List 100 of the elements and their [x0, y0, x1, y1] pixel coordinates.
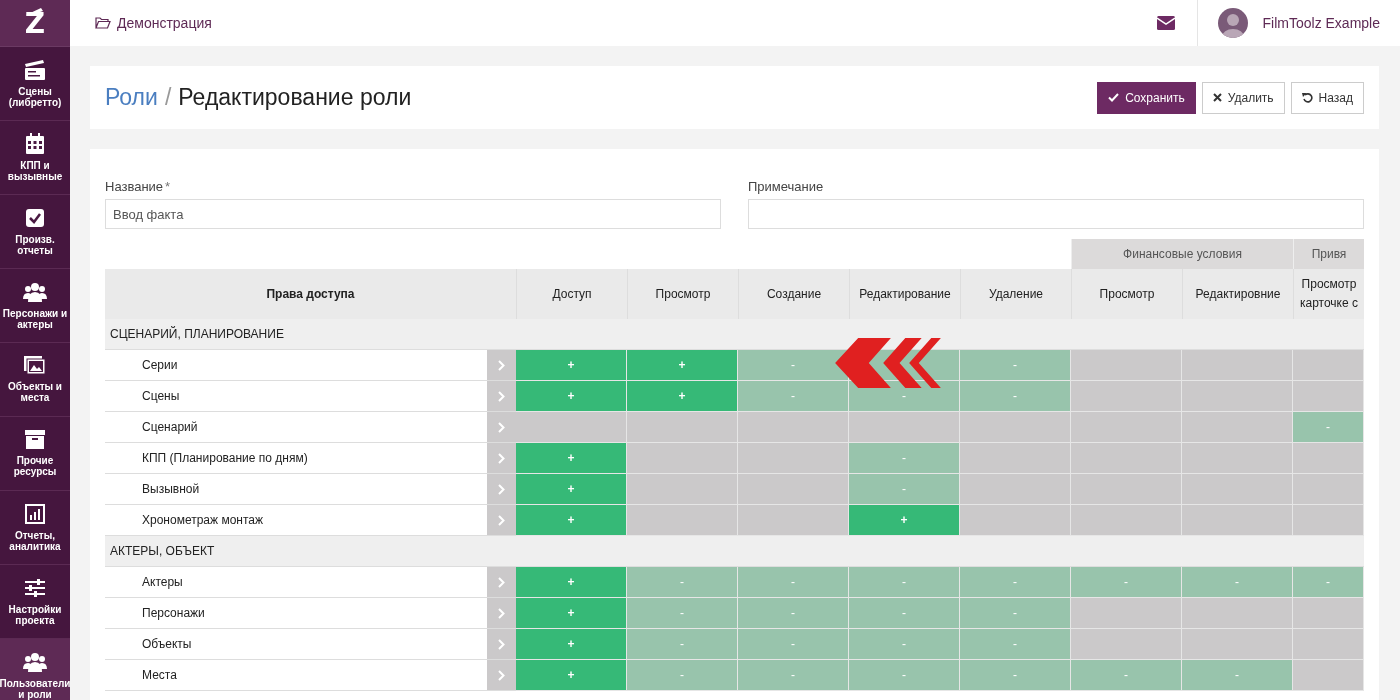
permission-cell[interactable]: -	[1182, 567, 1293, 598]
permission-cell[interactable]	[849, 412, 960, 443]
permission-cell[interactable]: -	[960, 567, 1071, 598]
permission-cell[interactable]: -	[960, 598, 1071, 629]
sidebar-item[interactable]: Персонажи и актеры	[0, 269, 70, 343]
permission-cell[interactable]: -	[849, 598, 960, 629]
permission-cell[interactable]	[1071, 474, 1182, 505]
permission-cell[interactable]	[516, 412, 627, 443]
permission-cell[interactable]	[627, 443, 738, 474]
permission-cell[interactable]: +	[516, 381, 627, 412]
permission-cell[interactable]: -	[627, 598, 738, 629]
permission-cell[interactable]	[1071, 381, 1182, 412]
permission-cell[interactable]	[1293, 505, 1364, 536]
permission-cell[interactable]	[738, 443, 849, 474]
permission-cell[interactable]: -	[849, 629, 960, 660]
permission-cell[interactable]: -	[1293, 412, 1364, 443]
permission-cell[interactable]	[1293, 660, 1364, 691]
permission-cell[interactable]: -	[738, 598, 849, 629]
permission-cell[interactable]	[960, 474, 1071, 505]
permission-cell[interactable]: +	[849, 505, 960, 536]
permission-cell[interactable]: -	[738, 629, 849, 660]
sidebar-item[interactable]: Отчеты, аналитика	[0, 491, 70, 565]
permission-cell[interactable]: -	[738, 350, 849, 381]
permission-cell[interactable]	[1182, 443, 1293, 474]
permission-cell[interactable]: +	[516, 350, 627, 381]
expand-button[interactable]	[487, 598, 516, 629]
expand-button[interactable]	[487, 505, 516, 536]
permission-cell[interactable]: -	[960, 350, 1071, 381]
avatar-icon[interactable]	[1217, 8, 1248, 38]
permission-cell[interactable]: +	[516, 598, 627, 629]
permission-cell[interactable]: +	[516, 443, 627, 474]
permission-cell[interactable]: +	[516, 660, 627, 691]
expand-button[interactable]	[487, 381, 516, 412]
expand-button[interactable]	[487, 567, 516, 598]
save-button[interactable]: Сохранить	[1097, 81, 1196, 114]
text-field[interactable]: Ввод факта	[105, 199, 721, 229]
permission-cell[interactable]: -	[738, 381, 849, 412]
permission-cell[interactable]	[1071, 412, 1182, 443]
permission-cell[interactable]: -	[1071, 567, 1182, 598]
text-field[interactable]	[748, 199, 1364, 229]
sidebar-item[interactable]: Прочие ресурсы	[0, 417, 70, 491]
permission-cell[interactable]	[960, 505, 1071, 536]
permission-cell[interactable]	[1071, 598, 1182, 629]
project-link[interactable]: Демонстрация	[95, 15, 212, 31]
expand-button[interactable]	[487, 350, 516, 381]
permission-cell[interactable]: +	[516, 474, 627, 505]
expand-button[interactable]	[487, 443, 516, 474]
permission-cell[interactable]	[1293, 443, 1364, 474]
sidebar-item[interactable]: Сцены (либретто)	[0, 47, 70, 121]
permission-cell[interactable]	[1071, 629, 1182, 660]
permission-cell[interactable]	[1182, 474, 1293, 505]
permission-cell[interactable]	[960, 443, 1071, 474]
permission-cell[interactable]	[738, 412, 849, 443]
permission-cell[interactable]	[1182, 381, 1293, 412]
mail-icon[interactable]	[1156, 16, 1175, 30]
permission-cell[interactable]	[627, 474, 738, 505]
sidebar-item[interactable]: Объекты и места	[0, 343, 70, 417]
permission-cell[interactable]: +	[516, 567, 627, 598]
permission-cell[interactable]: -	[627, 660, 738, 691]
permission-cell[interactable]: -	[960, 660, 1071, 691]
permission-cell[interactable]	[1071, 443, 1182, 474]
permission-cell[interactable]	[627, 505, 738, 536]
permission-cell[interactable]	[738, 505, 849, 536]
permission-cell[interactable]	[1182, 598, 1293, 629]
permission-cell[interactable]: -	[849, 474, 960, 505]
permission-cell[interactable]: -	[1182, 660, 1293, 691]
permission-cell[interactable]: -	[849, 567, 960, 598]
user-name[interactable]: FilmToolz Example	[1262, 15, 1380, 31]
permission-cell[interactable]	[738, 474, 849, 505]
permission-cell[interactable]: +	[516, 505, 627, 536]
permission-cell[interactable]: -	[627, 567, 738, 598]
permission-cell[interactable]	[1182, 350, 1293, 381]
expand-button[interactable]	[487, 629, 516, 660]
permission-cell[interactable]	[1293, 381, 1364, 412]
sidebar-item[interactable]: Произв. отчеты	[0, 195, 70, 269]
permission-cell[interactable]	[960, 412, 1071, 443]
permission-cell[interactable]	[1293, 474, 1364, 505]
sidebar-item[interactable]: Пользователи и роли	[0, 639, 70, 700]
permission-cell[interactable]: -	[849, 660, 960, 691]
permission-cell[interactable]: +	[627, 350, 738, 381]
expand-button[interactable]	[487, 412, 516, 443]
permission-cell[interactable]	[1071, 505, 1182, 536]
permission-cell[interactable]: -	[738, 660, 849, 691]
permission-cell[interactable]	[1293, 598, 1364, 629]
delete-button[interactable]: Удалить	[1201, 81, 1285, 114]
permission-cell[interactable]	[1293, 350, 1364, 381]
permission-cell[interactable]: -	[627, 629, 738, 660]
permission-cell[interactable]: -	[960, 629, 1071, 660]
permission-cell[interactable]	[1182, 629, 1293, 660]
back-button[interactable]: Назад	[1290, 81, 1364, 114]
permission-cell[interactable]: +	[627, 381, 738, 412]
permission-cell[interactable]	[1293, 629, 1364, 660]
permission-cell[interactable]: -	[1071, 660, 1182, 691]
permission-cell[interactable]	[1182, 412, 1293, 443]
breadcrumb-link[interactable]: Роли	[105, 84, 158, 111]
expand-button[interactable]	[487, 474, 516, 505]
permission-cell[interactable]	[627, 412, 738, 443]
permission-cell[interactable]: -	[960, 381, 1071, 412]
permission-cell[interactable]: -	[738, 567, 849, 598]
permission-cell[interactable]: -	[1293, 567, 1364, 598]
